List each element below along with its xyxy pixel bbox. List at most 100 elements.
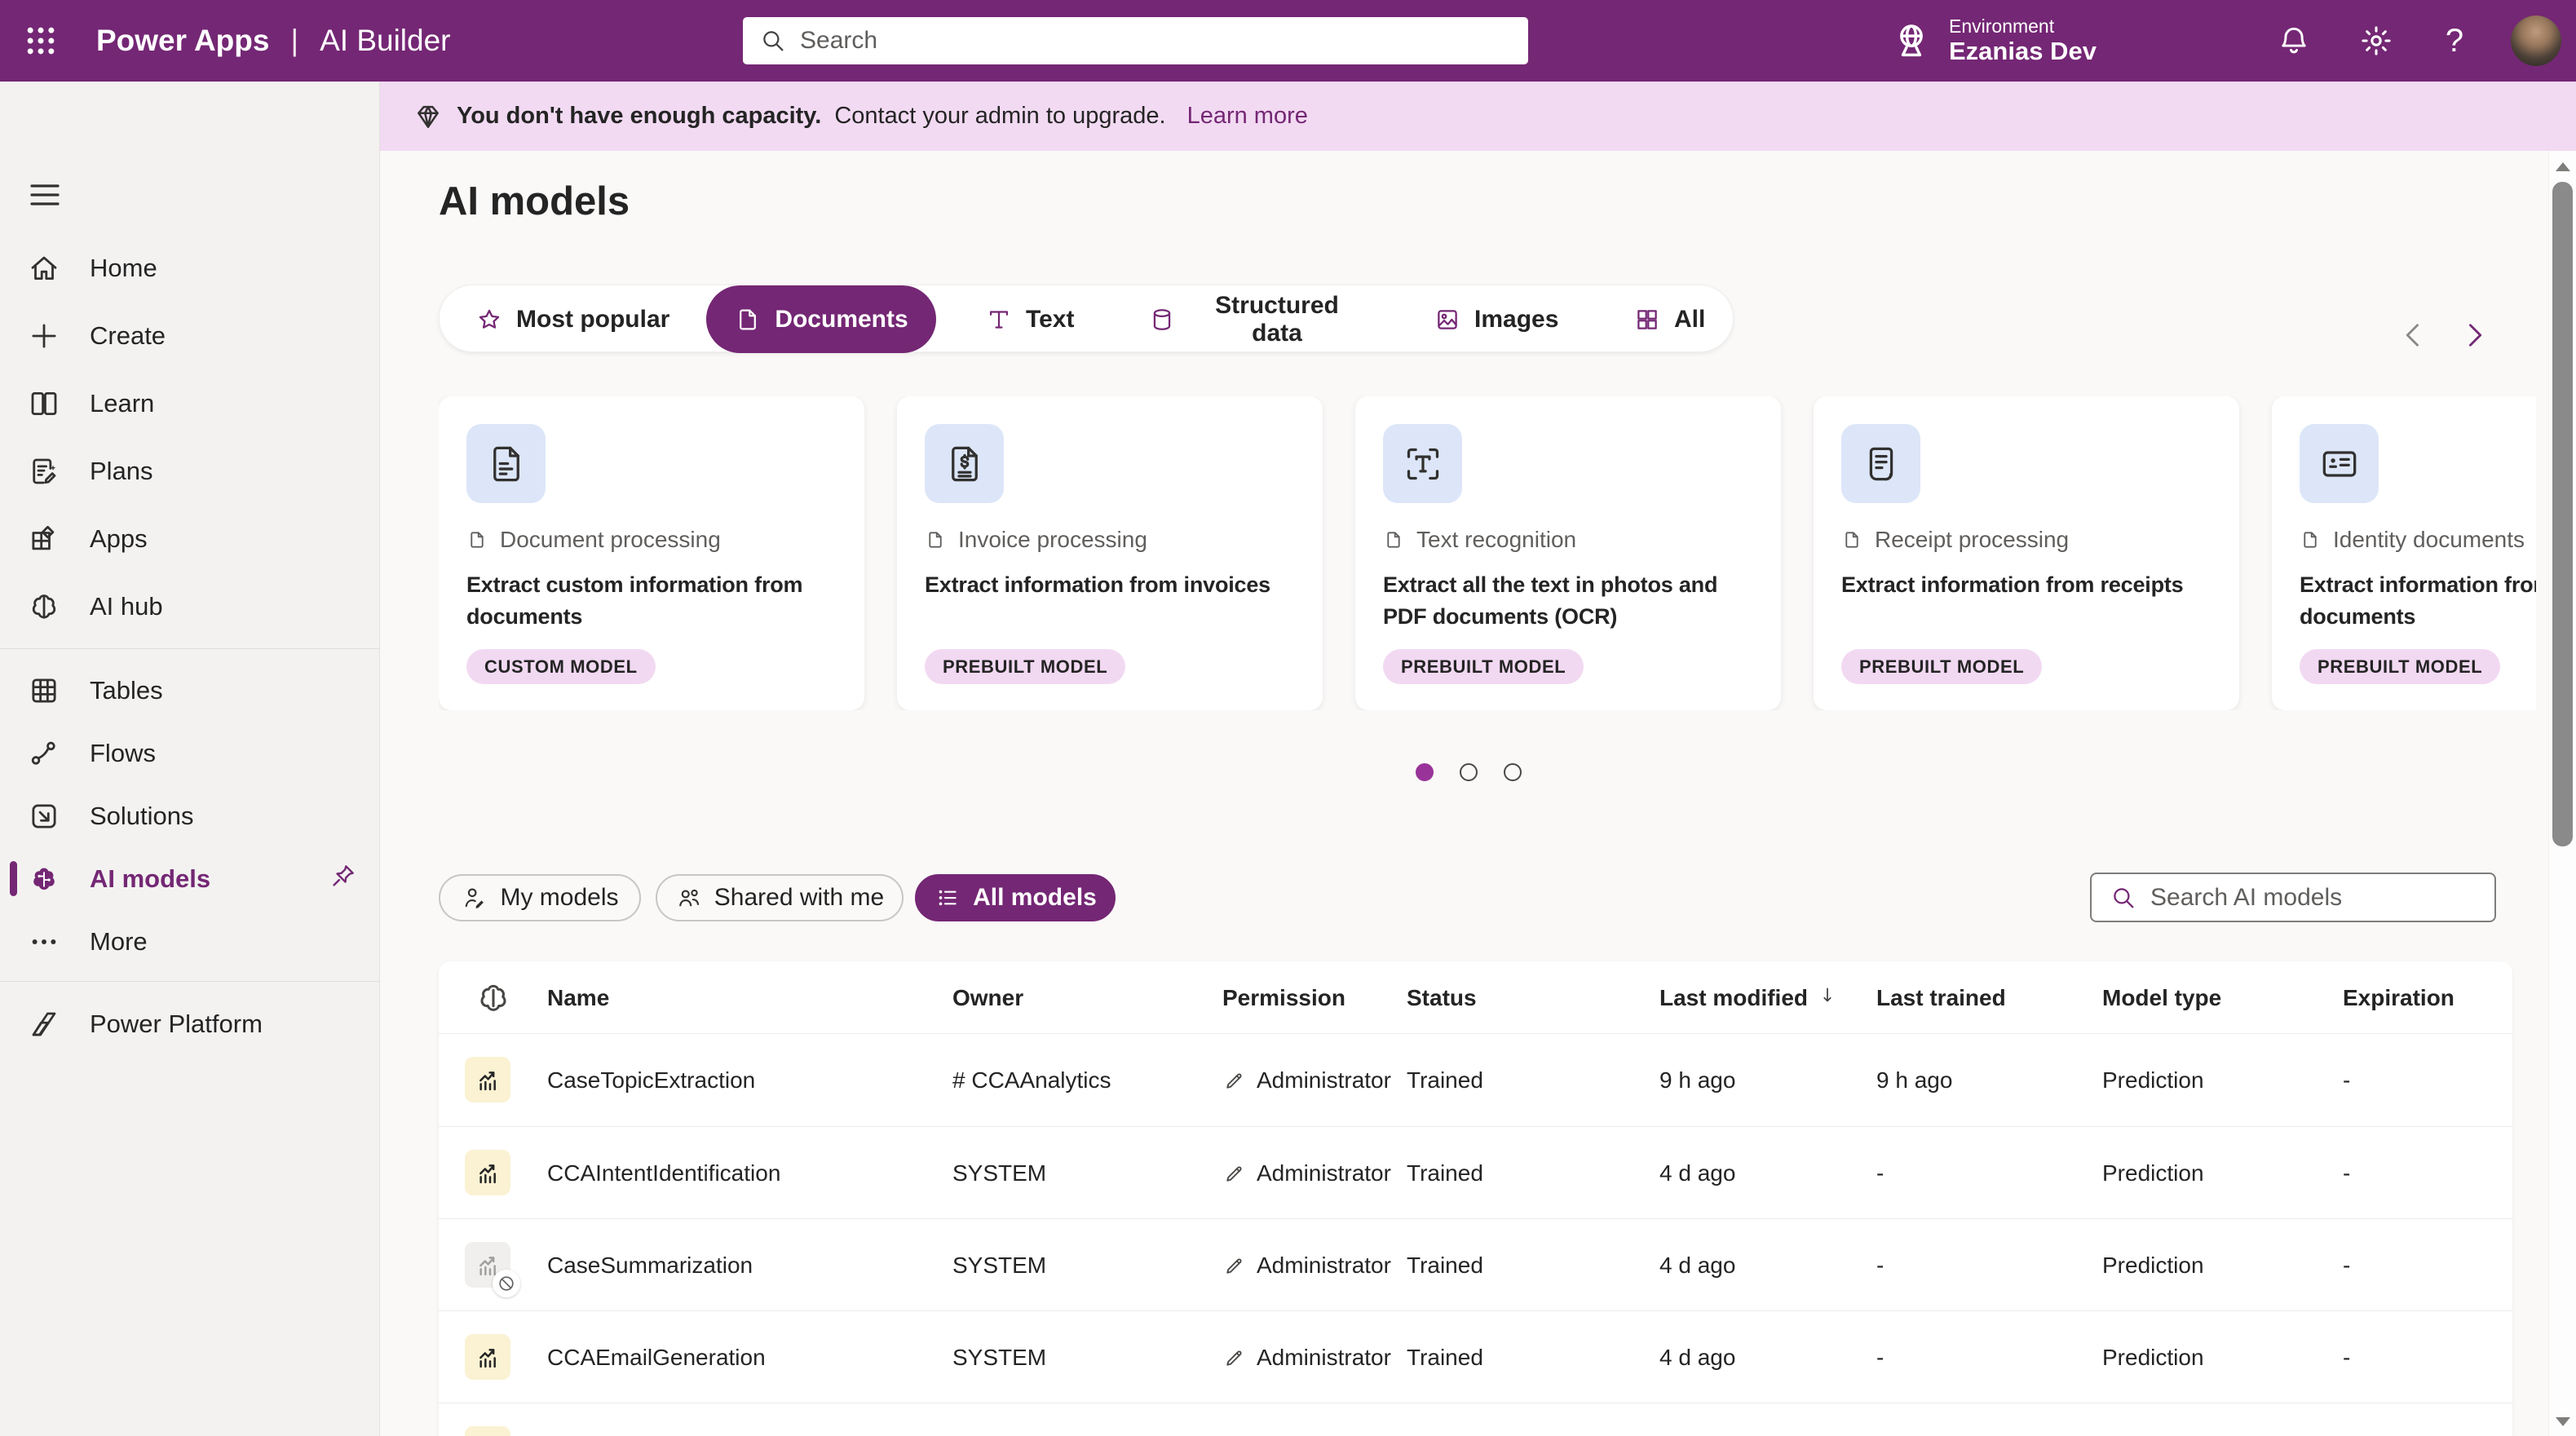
column-header-last-trained[interactable]: Last trained [1876, 961, 2006, 1034]
cell-status: Trained [1407, 1311, 1483, 1403]
tab-all-models[interactable]: All models [915, 874, 1116, 921]
column-header-permission[interactable]: Permission [1222, 961, 1345, 1034]
column-header-status[interactable]: Status [1407, 961, 1477, 1034]
column-header-last-modified[interactable]: Last modified [1659, 961, 1839, 1034]
collapse-sidebar-button[interactable] [20, 170, 70, 220]
sidebar-item-label: Tables [90, 676, 163, 705]
cell-model_type: Prediction [2102, 1219, 2204, 1311]
column-label: Last trained [1876, 985, 2006, 1011]
settings-button[interactable] [2337, 0, 2415, 82]
model-card[interactable]: Text recognitionExtract all the text in … [1355, 396, 1781, 710]
environment-name: Ezanias Dev [1949, 37, 2097, 66]
cell-owner: SYSTEM [952, 1127, 1046, 1219]
cell-value: Trained [1407, 1067, 1483, 1094]
filter-images[interactable]: Images [1422, 285, 1561, 353]
column-label: Permission [1222, 985, 1345, 1011]
help-button[interactable]: ? [2415, 0, 2494, 82]
card-category: Invoice processing [925, 527, 1147, 553]
banner-learn-more-link[interactable]: Learn more [1187, 103, 1308, 130]
power-platform-icon [27, 1008, 61, 1041]
sidebar-item-create[interactable]: Create [0, 302, 379, 369]
cell-value: Trained [1407, 1160, 1483, 1186]
tab-my-models[interactable]: My models [439, 874, 641, 921]
cell-value: - [2343, 1160, 2350, 1186]
pencil-icon [1222, 1253, 1247, 1278]
pin-icon[interactable] [329, 861, 358, 897]
card-category-label: Identity documents [2333, 527, 2525, 553]
table-row[interactable]: CCAEmailGenerationSYSTEMAdministratorTra… [439, 1310, 2512, 1403]
card-category-label: Document processing [500, 527, 721, 553]
table-row[interactable]: CaseTopicExtraction# CCAAnalyticsAdminis… [439, 1034, 2512, 1126]
environment-icon [1890, 20, 1933, 62]
model-card[interactable]: Invoice processingExtract information fr… [897, 396, 1323, 710]
carousel-next-button[interactable] [2451, 312, 2497, 358]
sidebar-item-power-platform[interactable]: Power Platform [0, 990, 379, 1058]
notifications-button[interactable] [2255, 0, 2333, 82]
sidebar-item-label: Create [90, 321, 166, 351]
model-card[interactable]: Document processingExtract custom inform… [439, 396, 864, 710]
column-label: Last modified [1659, 985, 1808, 1011]
global-search-input[interactable] [800, 27, 1512, 55]
model-card[interactable]: Receipt processingExtract information fr… [1814, 396, 2239, 710]
sidebar-item-home[interactable]: Home [0, 234, 379, 302]
sidebar-item-solutions[interactable]: Solutions [0, 784, 379, 847]
filter-all[interactable]: All [1622, 285, 1716, 353]
scroll-down-arrow[interactable] [2556, 1417, 2570, 1426]
sidebar-item-label: Power Platform [90, 1010, 263, 1039]
column-header-name[interactable]: Name [547, 961, 609, 1034]
waffle-menu-button[interactable] [0, 0, 82, 82]
avatar[interactable] [2511, 15, 2561, 66]
star-icon [475, 306, 503, 334]
cell-value: - [2343, 1253, 2350, 1279]
card-badge: PREBUILT MODEL [1841, 649, 2042, 684]
environment-picker[interactable]: Environment Ezanias Dev [1890, 0, 2097, 82]
carousel-dot-3[interactable] [1504, 763, 1522, 781]
column-header-owner[interactable]: Owner [952, 961, 1023, 1034]
cell-last_modified: 9 h ago [1659, 1034, 1735, 1126]
cell-value: CaseSummarization [547, 1253, 753, 1279]
tables-icon [27, 674, 61, 708]
filter-most-popular[interactable]: Most popular [464, 285, 676, 353]
cell-value: SYSTEM [952, 1160, 1046, 1186]
model-card[interactable]: Identity documents Extract information fr… [2272, 396, 2536, 710]
sidebar-item-tables[interactable]: Tables [0, 659, 379, 722]
sidebar-item-apps[interactable]: Apps [0, 505, 379, 572]
column-header-expiration[interactable]: Expiration [2343, 961, 2454, 1034]
ai-hub-icon [27, 590, 61, 624]
sidebar-item-learn[interactable]: Learn [0, 369, 379, 437]
tab-shared-with-me[interactable]: Shared with me [656, 874, 904, 921]
sidebar-item-more[interactable]: More [0, 910, 379, 973]
category-filter-bar: Most popular Documents Text Structured data… [439, 285, 1734, 352]
carousel-dot-1[interactable] [1416, 763, 1434, 781]
cell-expiration: - [2343, 1311, 2350, 1403]
card-category-label: Text recognition [1416, 527, 1576, 553]
scroll-up-arrow[interactable] [2556, 162, 2570, 171]
cell-last_trained: 9 h ago [1876, 1034, 1952, 1126]
card-title: Extract information from identity docume… [2300, 569, 2536, 633]
pencil-icon [1222, 1068, 1247, 1093]
filter-structured-data[interactable]: Structured data [1137, 285, 1365, 353]
filter-documents[interactable]: Documents [706, 285, 936, 353]
table-row[interactable] [439, 1403, 2512, 1436]
column-label: Model type [2102, 985, 2221, 1011]
table-row[interactable]: CaseSummarizationSYSTEMAdministratorTrai… [439, 1218, 2512, 1310]
cell-permission: Administrator [1222, 1034, 1391, 1126]
column-header-model-type[interactable]: Model type [2102, 961, 2221, 1034]
filter-text[interactable]: Text [974, 285, 1088, 353]
model-type-icon-tile [465, 1057, 510, 1102]
cell-last_trained: - [1876, 1219, 1884, 1311]
carousel-dot-2[interactable] [1460, 763, 1478, 781]
carousel-previous-button[interactable] [2391, 312, 2437, 358]
sidebar-item-ai-models[interactable]: AI models [0, 847, 379, 910]
table-row[interactable]: CCAIntentIdentificationSYSTEMAdministrat… [439, 1126, 2512, 1218]
app-title-divider: | [290, 24, 298, 58]
scrollbar-thumb[interactable] [2552, 182, 2573, 846]
sidebar-item-ai-hub[interactable]: AI hub [0, 572, 379, 640]
document-icon [466, 529, 488, 550]
sidebar-item-plans[interactable]: Plans [0, 437, 379, 505]
chevron-left-icon [2397, 318, 2431, 352]
card-category: Receipt processing [1841, 527, 2069, 553]
sidebar-item-flows[interactable]: Flows [0, 722, 379, 784]
models-search-input[interactable] [2150, 884, 2477, 912]
vertical-scrollbar[interactable] [2548, 151, 2576, 1436]
